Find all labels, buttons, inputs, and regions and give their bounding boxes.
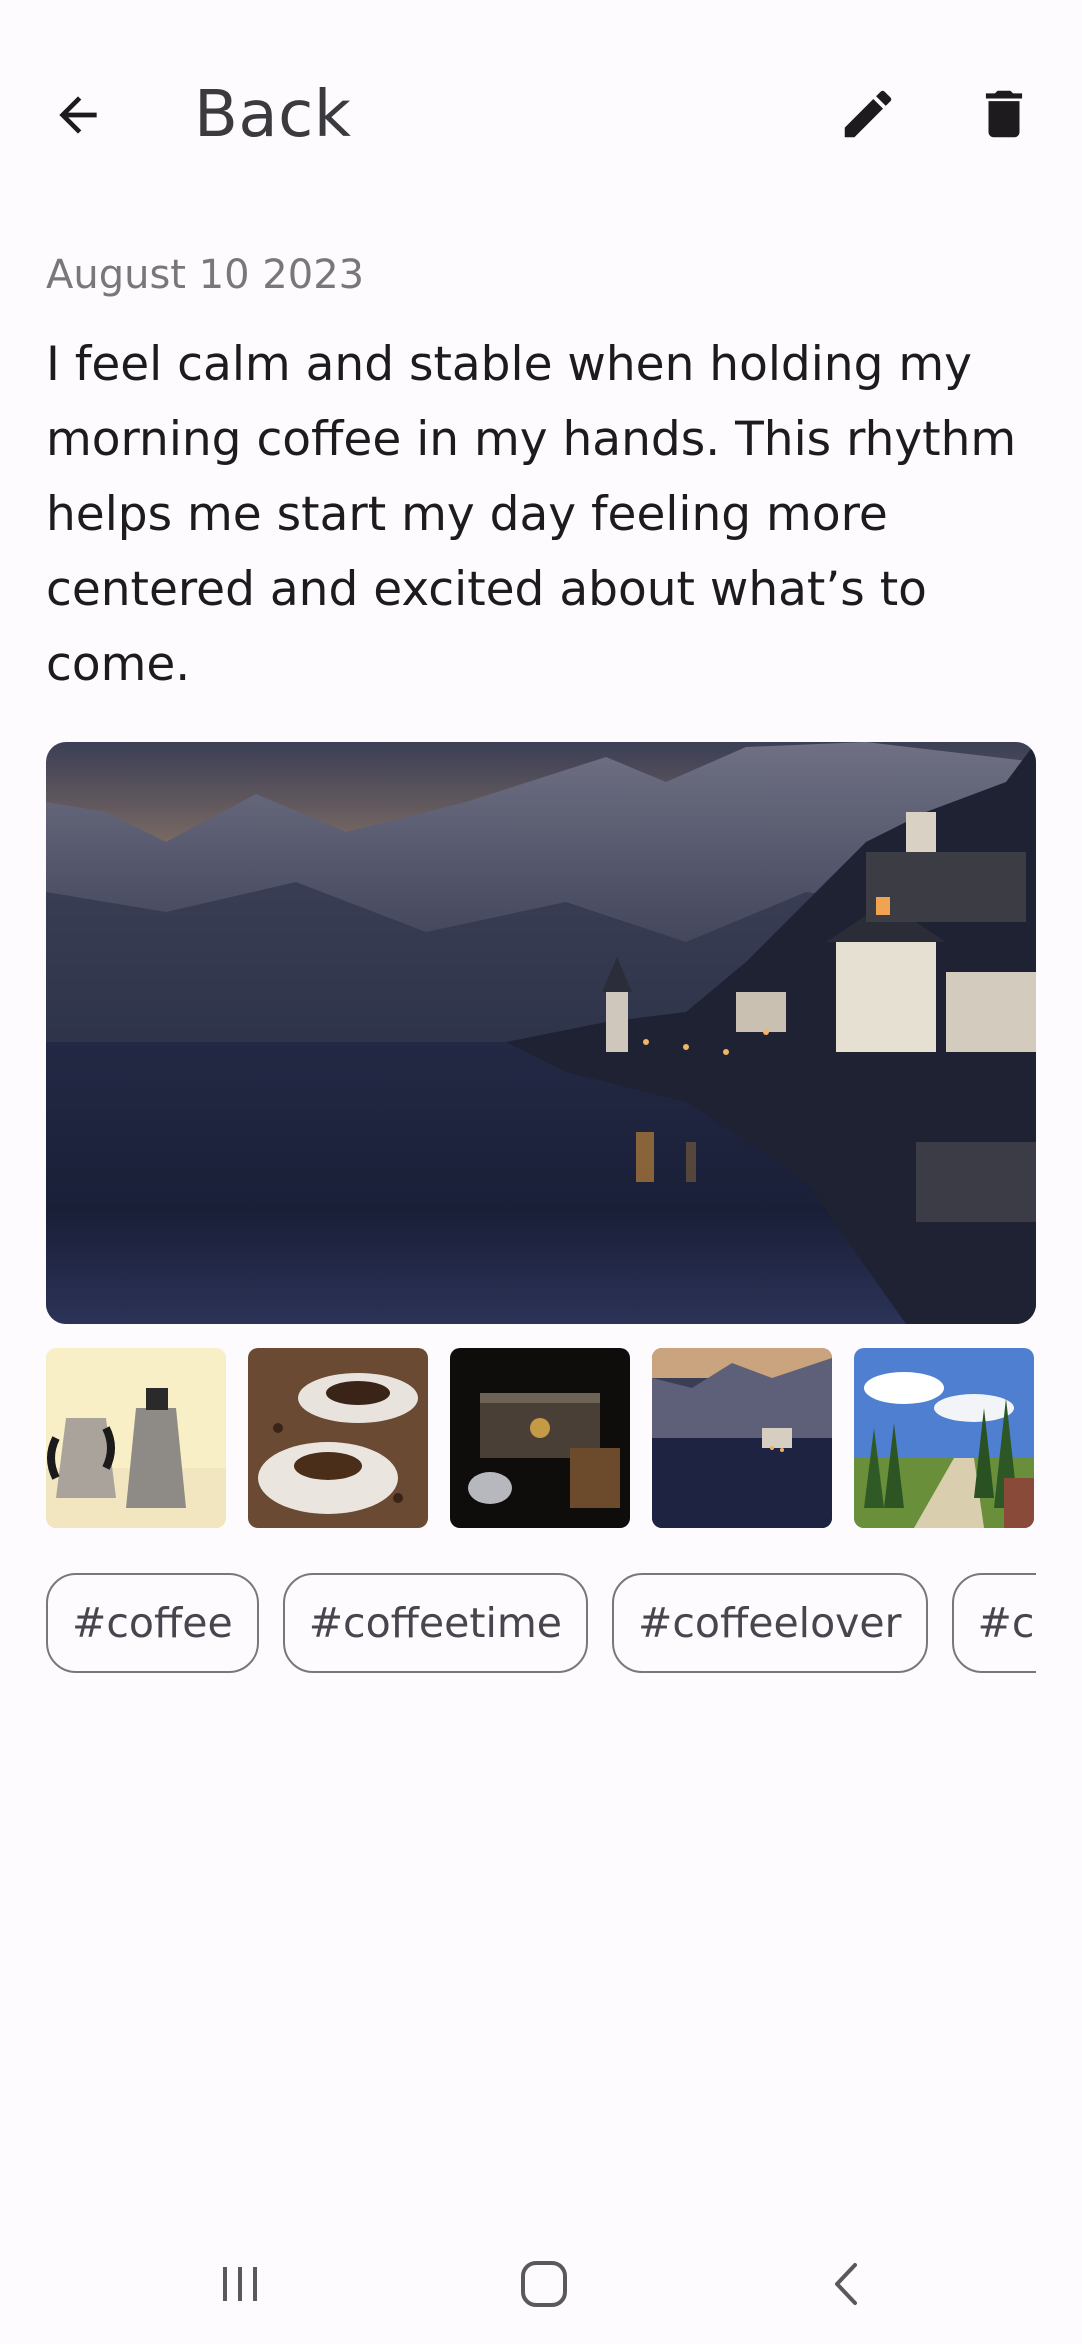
delete-button[interactable] (966, 78, 1042, 154)
thumbnail-2[interactable] (248, 1348, 428, 1528)
thumbnail-3[interactable] (450, 1348, 630, 1528)
arrow-back-icon (40, 77, 116, 153)
thumbnail-4[interactable] (652, 1348, 832, 1528)
main-photo[interactable] (46, 742, 1036, 1324)
tag-list: #coffee #coffeetime #coffeelover #coffee (46, 1573, 1036, 1677)
tag-chip[interactable]: #coffeelover (612, 1573, 928, 1673)
nav-back-icon (823, 2259, 873, 2313)
tag-chip[interactable]: #coffee (951, 1573, 1036, 1673)
home-button[interactable] (484, 2246, 604, 2326)
system-nav-bar (0, 2230, 1082, 2344)
top-app-bar: Back (0, 0, 1082, 230)
trash-icon (973, 83, 1035, 149)
tag-chip[interactable]: #coffeetime (282, 1573, 588, 1673)
edit-button[interactable] (830, 78, 906, 154)
pencil-icon (837, 83, 899, 149)
nav-back-button[interactable] (788, 2246, 908, 2326)
thumbnail-1[interactable] (46, 1348, 226, 1528)
recents-icon (215, 2259, 265, 2313)
home-icon (517, 2257, 571, 2315)
entry-detail-screen: Back August 10 2023 I feel calm and stab… (0, 0, 1082, 2344)
back-button[interactable]: Back (40, 70, 351, 160)
tag-chip[interactable]: #coffee (46, 1573, 259, 1673)
photo-thumbnails (46, 1348, 1036, 1528)
recents-button[interactable] (180, 2246, 300, 2326)
entry-text: I feel calm and stable when holding my m… (46, 337, 1017, 692)
thumbnail-5[interactable] (854, 1348, 1034, 1528)
entry-date: August 10 2023 (46, 252, 365, 298)
back-label: Back (194, 78, 352, 152)
